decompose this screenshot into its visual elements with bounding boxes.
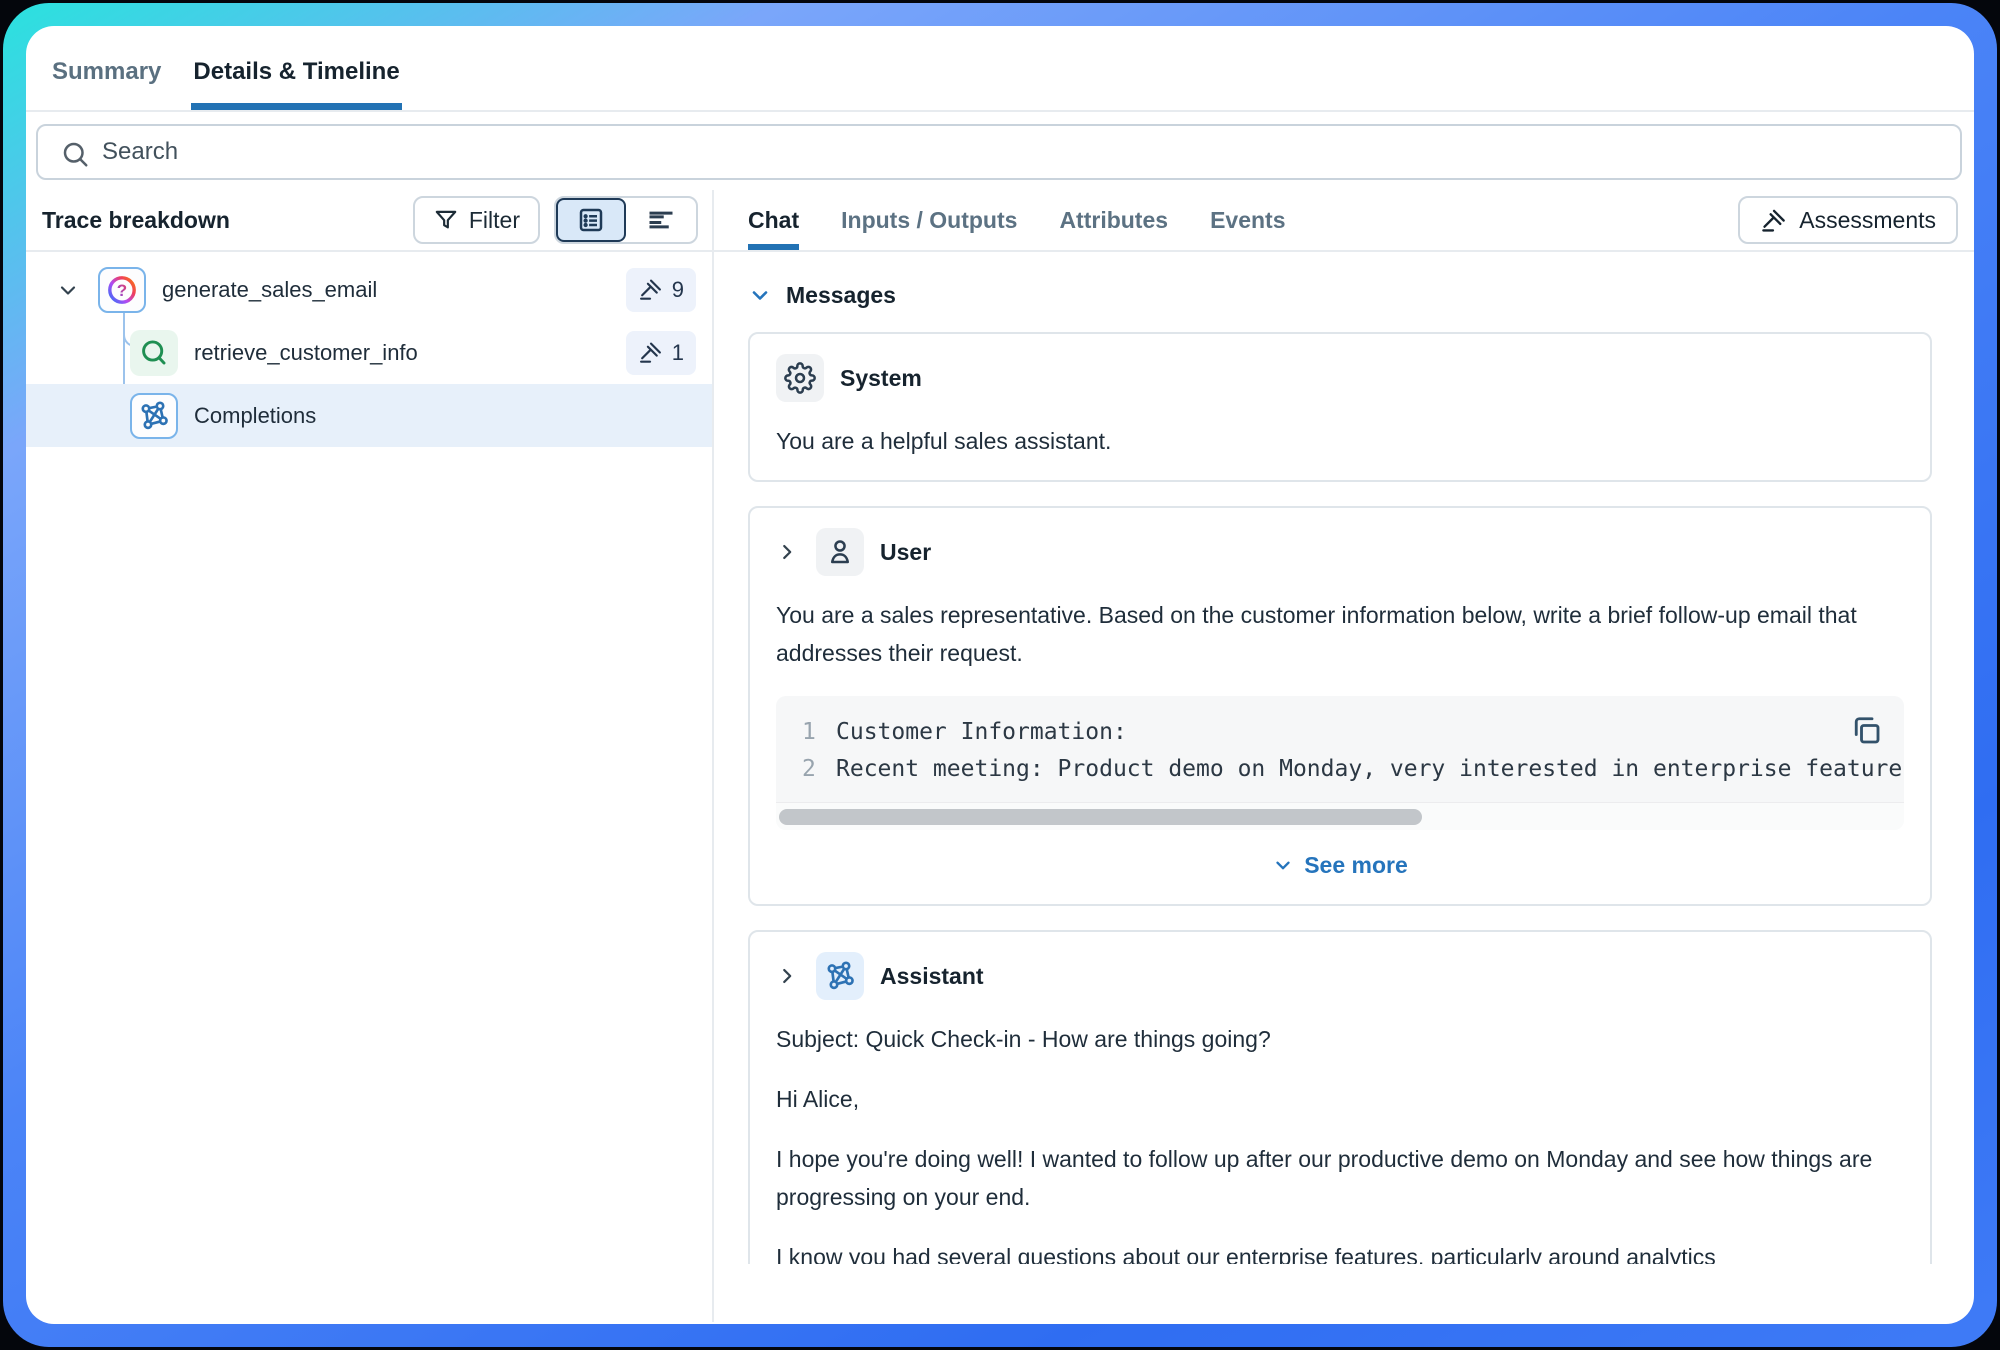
chat-content[interactable]: Messages System bbox=[714, 252, 1974, 1264]
screenshot-frame: Summary Details & Timeline Trace breakdo… bbox=[0, 0, 2000, 1350]
tree-row-completions[interactable]: Completions bbox=[26, 384, 712, 447]
span-label: retrieve_customer_info bbox=[194, 340, 626, 366]
list-view-button[interactable] bbox=[556, 198, 626, 242]
code-block: 1 Customer Information: 2 Recent meeting… bbox=[776, 696, 1904, 830]
role-name: System bbox=[840, 365, 922, 392]
tab-attributes[interactable]: Attributes bbox=[1059, 190, 1168, 250]
span-label: generate_sales_email bbox=[162, 277, 626, 303]
messages-section-title: Messages bbox=[786, 282, 896, 309]
search-icon bbox=[60, 139, 90, 169]
assessments-button[interactable]: Assessments bbox=[1738, 196, 1958, 244]
assistant-paragraph: I hope you're doing well! I wanted to fo… bbox=[776, 1140, 1904, 1216]
question-mark-gradient-icon: ? bbox=[105, 273, 139, 307]
tab-summary[interactable]: Summary bbox=[50, 58, 163, 110]
tree-row-generate-sales-email[interactable]: ? generate_sales_email 9 bbox=[26, 258, 712, 321]
list-view-icon bbox=[576, 205, 606, 235]
assessment-count-badge: 1 bbox=[626, 331, 696, 375]
chevron-down-icon[interactable] bbox=[56, 278, 82, 302]
system-role-icon bbox=[776, 354, 824, 402]
user-message-text: You are a sales representative. Based on… bbox=[776, 596, 1904, 672]
copy-icon bbox=[1848, 712, 1884, 748]
assistant-paragraph: I know you had several questions about o… bbox=[776, 1238, 1904, 1264]
horizontal-scrollbar[interactable] bbox=[776, 802, 1904, 830]
detail-tab-bar: Chat Inputs / Outputs Attributes Events … bbox=[714, 190, 1974, 252]
messages-section-header[interactable]: Messages bbox=[748, 280, 1932, 310]
assistant-role-icon bbox=[816, 952, 864, 1000]
tree-row-retrieve-customer-info[interactable]: retrieve_customer_info 1 bbox=[26, 321, 712, 384]
badge-count: 9 bbox=[672, 277, 684, 303]
see-more-link[interactable]: See more bbox=[776, 850, 1904, 880]
assessment-count-badge: 9 bbox=[626, 268, 696, 312]
gear-icon bbox=[784, 362, 816, 394]
code-line: Customer Information: bbox=[836, 714, 1904, 751]
person-icon bbox=[824, 536, 856, 568]
see-more-label: See more bbox=[1304, 852, 1408, 879]
search-box[interactable] bbox=[36, 124, 1962, 180]
assessments-label: Assessments bbox=[1799, 207, 1936, 234]
tab-details-timeline[interactable]: Details & Timeline bbox=[191, 58, 401, 110]
search-input[interactable] bbox=[102, 126, 1602, 178]
svg-text:?: ? bbox=[117, 280, 127, 299]
role-name: User bbox=[880, 539, 931, 566]
funnel-icon bbox=[433, 207, 459, 233]
chevron-down-icon bbox=[1272, 854, 1294, 876]
trace-breakdown-title: Trace breakdown bbox=[42, 207, 413, 234]
agent-span-icon: ? bbox=[98, 267, 146, 313]
chevron-right-icon[interactable] bbox=[776, 541, 800, 563]
timeline-view-icon bbox=[646, 205, 676, 235]
user-role-icon bbox=[816, 528, 864, 576]
message-card-user: User You are a sales representative. Bas… bbox=[748, 506, 1932, 906]
message-card-system: System You are a helpful sales assistant… bbox=[748, 332, 1932, 482]
model-span-icon bbox=[130, 393, 178, 439]
retriever-span-icon bbox=[130, 330, 178, 376]
copy-button[interactable] bbox=[1848, 712, 1884, 748]
badge-count: 1 bbox=[672, 340, 684, 366]
gavel-icon bbox=[1760, 207, 1787, 234]
assistant-paragraph: Subject: Quick Check-in - How are things… bbox=[776, 1020, 1904, 1058]
trace-viewer-window: Summary Details & Timeline Trace breakdo… bbox=[26, 26, 1974, 1324]
span-label: Completions bbox=[194, 403, 712, 429]
gavel-icon bbox=[638, 340, 663, 365]
view-toggle bbox=[554, 196, 698, 244]
code-line: Recent meeting: Product demo on Monday, … bbox=[836, 751, 1904, 788]
chevron-down-icon bbox=[748, 283, 772, 307]
role-name: Assistant bbox=[880, 963, 984, 990]
trace-breakdown-header: Trace breakdown Filter bbox=[26, 190, 712, 252]
tab-events[interactable]: Events bbox=[1210, 190, 1285, 250]
tab-chat[interactable]: Chat bbox=[748, 190, 799, 250]
tab-inputs-outputs[interactable]: Inputs / Outputs bbox=[841, 190, 1017, 250]
line-number: 2 bbox=[802, 751, 826, 788]
filter-button[interactable]: Filter bbox=[413, 196, 540, 244]
scrollbar-thumb[interactable] bbox=[779, 809, 1422, 825]
top-tab-bar: Summary Details & Timeline bbox=[26, 26, 1974, 112]
message-card-assistant: Assistant Subject: Quick Check-in - How … bbox=[748, 930, 1932, 1264]
trace-breakdown-panel: Trace breakdown Filter bbox=[26, 190, 712, 1322]
trace-tree: ? generate_sales_email 9 bbox=[26, 252, 712, 1322]
model-graph-icon bbox=[138, 400, 170, 432]
search-row bbox=[26, 112, 1974, 190]
line-number: 1 bbox=[802, 714, 826, 751]
magnifier-icon bbox=[138, 337, 170, 369]
system-message-text: You are a helpful sales assistant. bbox=[776, 422, 1904, 460]
model-graph-icon bbox=[824, 960, 856, 992]
gavel-icon bbox=[638, 277, 663, 302]
assistant-paragraph: Hi Alice, bbox=[776, 1080, 1904, 1118]
chevron-right-icon[interactable] bbox=[776, 965, 800, 987]
span-detail-panel: Chat Inputs / Outputs Attributes Events … bbox=[714, 190, 1974, 1322]
timeline-view-button[interactable] bbox=[626, 198, 696, 242]
filter-label: Filter bbox=[469, 207, 520, 234]
